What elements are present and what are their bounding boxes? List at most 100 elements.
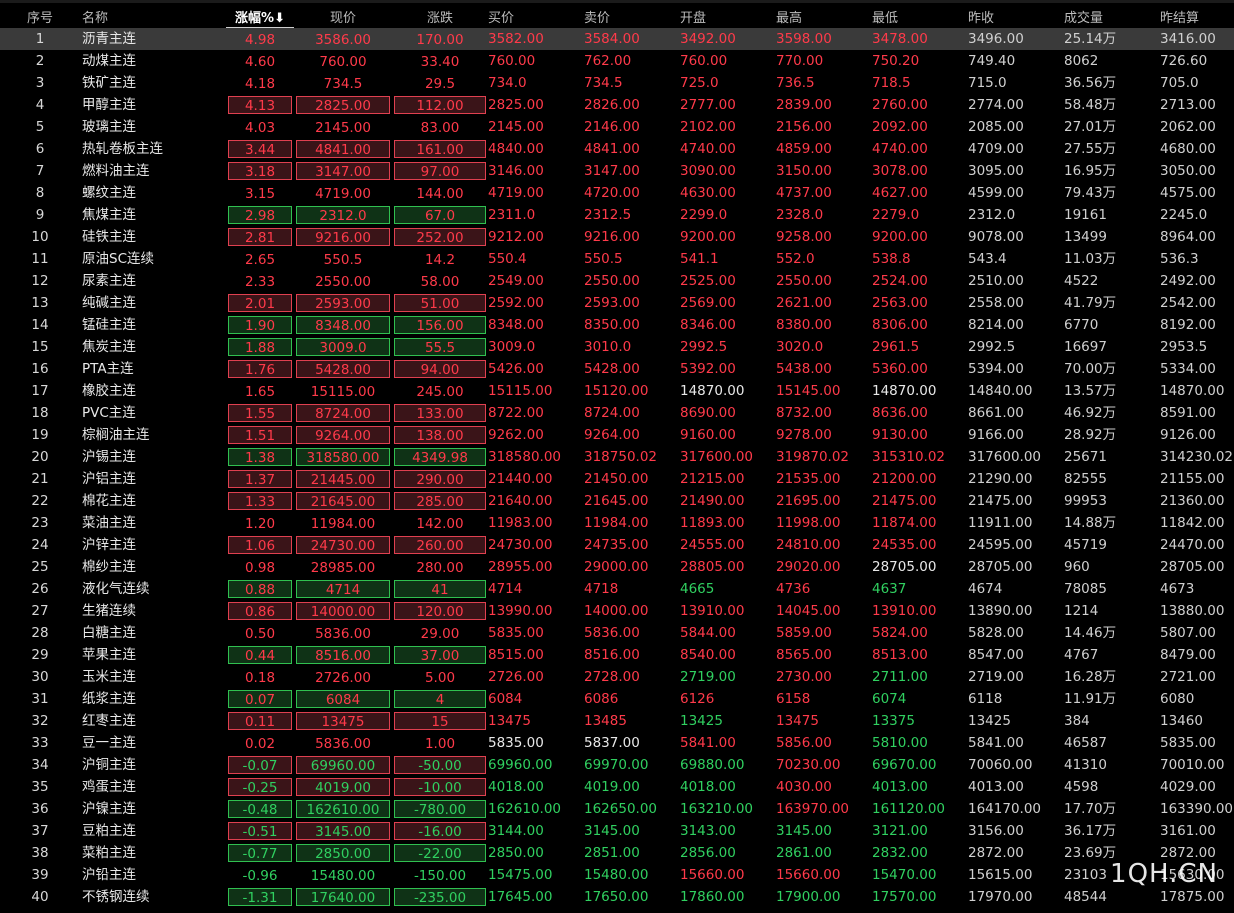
- table-row[interactable]: 29 苹果主连 0.44 8516.00 37.00 8515.00 8516.00 8540…: [0, 644, 1234, 666]
- table-row[interactable]: 12 尿素主连 2.33 2550.00 58.00 2549.00 2550.00 2525…: [0, 270, 1234, 292]
- table-row[interactable]: 2 动煤主连 4.60 760.00 33.40 760.00 762.00 760.00 77…: [0, 50, 1234, 72]
- table-row[interactable]: 32 红枣主连 0.11 13475 15 13475 13485 13425 13475 133…: [0, 710, 1234, 732]
- table-row[interactable]: 16 PTA主连 1.76 5428.00 94.00 5426.00 5428.00 539…: [0, 358, 1234, 380]
- table-row[interactable]: 39 沪铅主连 -0.96 15480.00 -150.00 15475.00 15480.…: [0, 864, 1234, 886]
- change-value: 170.00: [416, 31, 464, 48]
- open-price: 2569.00: [680, 294, 736, 311]
- row-index: 35: [31, 778, 49, 795]
- prev-settle: 8192.00: [1160, 316, 1216, 333]
- table-row[interactable]: 11 原油SC连续 2.65 550.5 14.2 550.4 550.5 541.1 552.…: [0, 248, 1234, 270]
- table-row[interactable]: 4 甲醇主连 4.13 2825.00 112.00 2825.00 2826.00 2777…: [0, 94, 1234, 116]
- prev-close: 2774.00: [968, 96, 1024, 113]
- table-row[interactable]: 3 铁矿主连 4.18 734.5 29.5 734.0 734.5 725.0 736.5 71…: [0, 72, 1234, 94]
- change-pct: 4.13: [228, 95, 292, 114]
- col-header-volume[interactable]: 成交量: [1064, 5, 1160, 28]
- volume: 99953: [1064, 492, 1107, 509]
- volume: 16.28万: [1064, 668, 1117, 685]
- table-row[interactable]: 1 沥青主连 4.98 3586.00 170.00 3582.00 3584.00 3492…: [0, 27, 1234, 50]
- col-header-prev-close[interactable]: 昨收: [968, 5, 1064, 28]
- change-value-cell: 170.00: [392, 27, 488, 50]
- table-row[interactable]: 40 不锈钢连续 -1.31 17640.00 -235.00 17645.00 17650…: [0, 886, 1234, 908]
- change-pct-cell: 1.51: [226, 424, 294, 446]
- table-row[interactable]: 21 沪铝主连 1.37 21445.00 290.00 21440.00 21450.00…: [0, 468, 1234, 490]
- table-row[interactable]: 18 PVC主连 1.55 8724.00 133.00 8722.00 8724.00 86…: [0, 402, 1234, 424]
- col-header-ask[interactable]: 卖价: [584, 5, 680, 28]
- low-price: 2832.00: [872, 844, 928, 861]
- table-row[interactable]: 28 白糖主连 0.50 5836.00 29.00 5835.00 5836.00 5844…: [0, 622, 1234, 644]
- col-header-low[interactable]: 最低: [872, 5, 968, 28]
- table-row[interactable]: 17 橡胶主连 1.65 15115.00 245.00 15115.00 15120.00…: [0, 380, 1234, 402]
- table-row[interactable]: 7 燃料油主连 3.18 3147.00 97.00 3146.00 3147.00 3090…: [0, 160, 1234, 182]
- bid-price: 4719.00: [488, 184, 544, 201]
- prev-close: 543.4: [968, 250, 1007, 267]
- table-row[interactable]: 15 焦炭主连 1.88 3009.0 55.5 3009.0 3010.0 2992.5 30…: [0, 336, 1234, 358]
- bid-price: 5426.00: [488, 360, 544, 377]
- table-row[interactable]: 10 硅铁主连 2.81 9216.00 252.00 9212.00 9216.00 920…: [0, 226, 1234, 248]
- change-value: 144.00: [416, 185, 464, 202]
- prev-close: 3095.00: [968, 162, 1024, 179]
- col-header-change-pct[interactable]: 涨幅%⬇: [226, 5, 294, 28]
- open-price: 3492.00: [680, 27, 776, 50]
- col-header-high[interactable]: 最高: [776, 5, 872, 28]
- change-value-cell: 156.00: [392, 314, 488, 336]
- col-header-bid[interactable]: 买价: [488, 5, 584, 28]
- change-value-cell: 29.00: [392, 622, 488, 644]
- table-row[interactable]: 20 沪锡主连 1.38 318580.00 4349.98 318580.00 31875…: [0, 446, 1234, 468]
- table-row[interactable]: 25 棉纱主连 0.98 28985.00 280.00 28955.00 29000.00…: [0, 556, 1234, 578]
- table-row[interactable]: 8 螺纹主连 3.15 4719.00 144.00 4719.00 4720.00 4630…: [0, 182, 1234, 204]
- prev-close: 24595.00: [968, 536, 1033, 553]
- change-value-cell: 245.00: [392, 380, 488, 402]
- col-header-name[interactable]: 名称: [80, 5, 226, 28]
- ask-price: 14000.00: [584, 602, 649, 619]
- table-row[interactable]: 33 豆一主连 0.02 5836.00 1.00 5835.00 5837.00 5841.…: [0, 732, 1234, 754]
- contract-name: 鸡蛋主连: [82, 778, 136, 795]
- table-row[interactable]: 37 豆粕主连 -0.51 3145.00 -16.00 3144.00 3145.00 31…: [0, 820, 1234, 842]
- table-row[interactable]: 6 热轧卷板主连 3.44 4841.00 161.00 4840.00 4841.00 47…: [0, 138, 1234, 160]
- table-row[interactable]: 22 棉花主连 1.33 21645.00 285.00 21640.00 21645.00…: [0, 490, 1234, 512]
- col-header-price[interactable]: 现价: [294, 5, 392, 28]
- high-price: 13475: [776, 712, 819, 729]
- prev-settle: 726.60: [1160, 52, 1208, 69]
- table-row[interactable]: 19 棕榈油主连 1.51 9264.00 138.00 9262.00 9264.00 91…: [0, 424, 1234, 446]
- row-index: 33: [31, 734, 49, 751]
- row-index: 27: [31, 602, 49, 619]
- change-value-cell: 33.40: [392, 50, 488, 72]
- table-row[interactable]: 13 纯碱主连 2.01 2593.00 51.00 2592.00 2593.00 2569…: [0, 292, 1234, 314]
- table-row[interactable]: 31 纸浆主连 0.07 6084 4 6084 6086 6126 6158 6074 6118 1…: [0, 688, 1234, 710]
- prev-close: 2312.0: [968, 206, 1016, 223]
- table-row[interactable]: 5 玻璃主连 4.03 2145.00 83.00 2145.00 2146.00 2102.…: [0, 116, 1234, 138]
- contract-name: 菜粕主连: [82, 844, 136, 861]
- prev-settle: 2492.00: [1160, 272, 1216, 289]
- volume: 27.55万: [1064, 140, 1117, 157]
- col-header-open[interactable]: 开盘: [680, 5, 776, 28]
- volume: 36.17万: [1064, 822, 1117, 839]
- table-row[interactable]: 14 锰硅主连 1.90 8348.00 156.00 8348.00 8350.00 834…: [0, 314, 1234, 336]
- table-row[interactable]: 9 焦煤主连 2.98 2312.0 67.0 2311.0 2312.5 2299.0 232…: [0, 204, 1234, 226]
- last-price-cell: 14000.00: [294, 600, 392, 622]
- change-pct-cell: 2.81: [226, 226, 294, 248]
- table-row[interactable]: 38 菜粕主连 -0.77 2850.00 -22.00 2850.00 2851.00 28…: [0, 842, 1234, 864]
- table-row[interactable]: 26 液化气连续 0.88 4714 41 4714 4718 4665 4736 4637 467…: [0, 578, 1234, 600]
- change-pct-cell: 3.18: [226, 160, 294, 182]
- change-pct-cell: 1.88: [226, 336, 294, 358]
- table-row[interactable]: 30 玉米主连 0.18 2726.00 5.00 2726.00 2728.00 2719.…: [0, 666, 1234, 688]
- high-price: 5856.00: [776, 734, 832, 751]
- change-pct: 1.51: [228, 425, 292, 444]
- change-pct-cell: 4.13: [226, 94, 294, 116]
- bid-price: 15475.00: [488, 866, 553, 883]
- change-pct-cell: 0.07: [226, 688, 294, 710]
- ask-price: 15480.00: [584, 866, 649, 883]
- col-header-index[interactable]: 序号: [0, 5, 80, 28]
- change-value: 83.00: [420, 119, 460, 136]
- change-value: 67.0: [394, 205, 486, 224]
- table-row[interactable]: 35 鸡蛋主连 -0.25 4019.00 -10.00 4018.00 4019.00 40…: [0, 776, 1234, 798]
- table-row[interactable]: 36 沪镍主连 -0.48 162610.00 -780.00 162610.00 1626…: [0, 798, 1234, 820]
- table-row[interactable]: 34 沪铜主连 -0.07 69960.00 -50.00 69960.00 69970.0…: [0, 754, 1234, 776]
- table-row[interactable]: 27 生猪连续 0.86 14000.00 120.00 13990.00 14000.00…: [0, 600, 1234, 622]
- open-price: 9200.00: [680, 228, 736, 245]
- table-row[interactable]: 24 沪锌主连 1.06 24730.00 260.00 24730.00 24735.00…: [0, 534, 1234, 556]
- col-header-prev-settle[interactable]: 昨结算: [1160, 5, 1234, 28]
- prev-settle: 5807.00: [1160, 624, 1216, 641]
- col-header-change[interactable]: 涨跌: [392, 5, 488, 28]
- table-row[interactable]: 23 菜油主连 1.20 11984.00 142.00 11983.00 11984.00…: [0, 512, 1234, 534]
